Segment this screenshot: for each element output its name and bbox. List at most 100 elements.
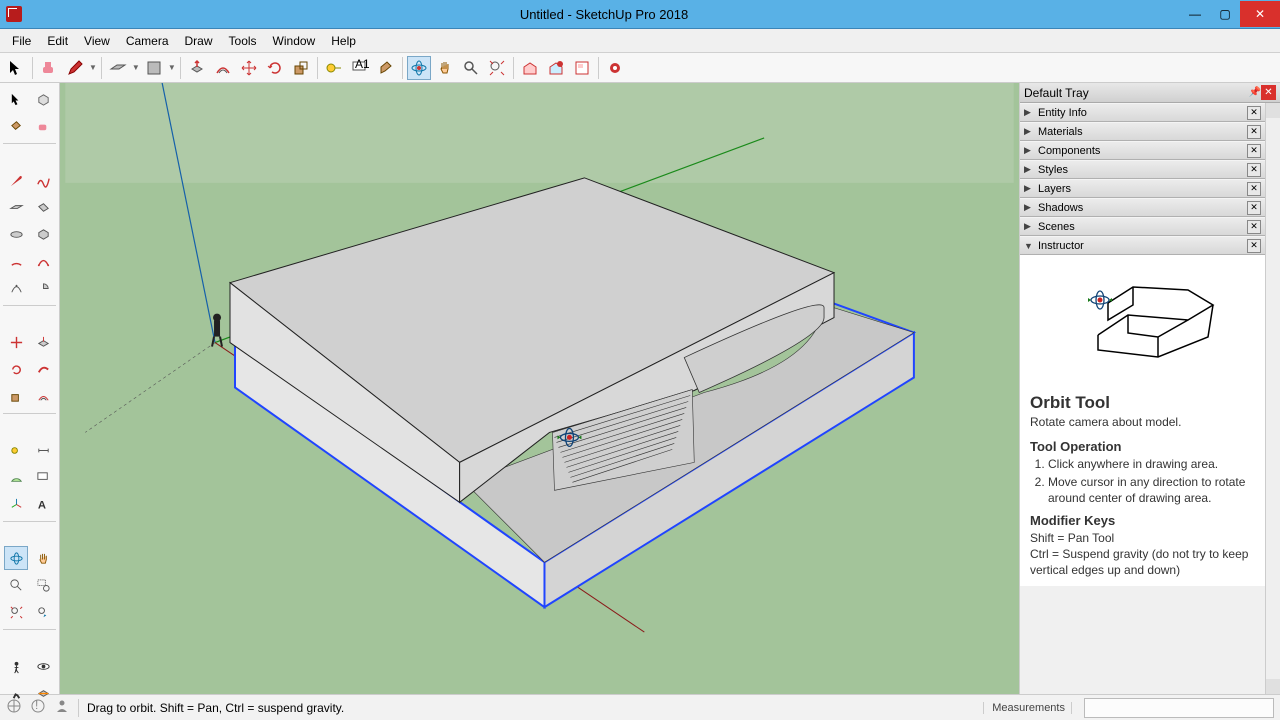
orbit-tool-icon[interactable] (4, 546, 28, 570)
close-icon[interactable]: ✕ (1247, 163, 1261, 177)
app-icon (6, 6, 22, 22)
scale-tool-icon[interactable] (4, 384, 28, 408)
menu-view[interactable]: View (76, 31, 118, 51)
paint-icon[interactable] (374, 56, 398, 80)
close-icon[interactable]: ✕ (1247, 201, 1261, 215)
rotated-rect-icon[interactable] (31, 195, 55, 219)
status-hint: Drag to orbit. Shift = Pan, Ctrl = suspe… (87, 701, 975, 715)
drawing-area[interactable] (60, 83, 1020, 694)
pie-icon[interactable] (31, 276, 55, 300)
close-icon[interactable]: ✕ (1247, 125, 1261, 139)
pin-icon[interactable]: 📌 (1249, 87, 1261, 98)
protractor-icon[interactable] (4, 465, 28, 489)
panel-scenes[interactable]: ▶Scenes✕ (1020, 217, 1265, 236)
close-icon[interactable]: ✕ (1247, 144, 1261, 158)
panel-shadows[interactable]: ▶Shadows✕ (1020, 198, 1265, 217)
make-component-icon[interactable] (31, 87, 55, 111)
2pt-arc-icon[interactable] (31, 249, 55, 273)
tape-icon[interactable] (322, 56, 346, 80)
instructor-animation (1020, 255, 1265, 385)
layout-icon[interactable] (570, 56, 594, 80)
tape-tool-icon[interactable] (4, 438, 28, 462)
tray-scrollbar[interactable] (1265, 103, 1280, 694)
zoom-extents-tool-icon[interactable] (4, 600, 28, 624)
eraser-icon[interactable] (37, 56, 61, 80)
menu-edit[interactable]: Edit (39, 31, 76, 51)
previous-icon[interactable] (31, 600, 55, 624)
pushpull-tool-icon[interactable] (31, 330, 55, 354)
rect-tool-icon[interactable] (4, 195, 28, 219)
rotate-tool-icon[interactable] (4, 357, 28, 381)
tray-close-icon[interactable]: ✕ (1261, 85, 1276, 100)
extension-manager-icon[interactable] (603, 56, 627, 80)
scale-icon[interactable] (289, 56, 313, 80)
3pt-arc-icon[interactable] (4, 276, 28, 300)
close-button[interactable]: ✕ (1240, 1, 1280, 27)
select-icon[interactable] (4, 87, 28, 111)
title-bar: Untitled - SketchUp Pro 2018 — ▢ ✕ (0, 0, 1280, 29)
rotate-icon[interactable] (263, 56, 287, 80)
panel-instructor[interactable]: ▼Instructor✕ (1020, 236, 1265, 255)
panel-components[interactable]: ▶Components✕ (1020, 141, 1265, 160)
zoom-window-icon[interactable] (31, 573, 55, 597)
close-icon[interactable]: ✕ (1247, 239, 1261, 253)
pan-tool-icon[interactable] (31, 546, 55, 570)
rectangle-icon[interactable] (106, 56, 130, 80)
line-icon[interactable] (4, 168, 28, 192)
orbit-icon[interactable] (407, 56, 431, 80)
zoom-icon[interactable] (459, 56, 483, 80)
eraser-tool-icon[interactable] (31, 114, 55, 138)
menu-camera[interactable]: Camera (118, 31, 177, 51)
polygon-icon[interactable] (31, 222, 55, 246)
instructor-modifier: Ctrl = Suspend gravity (do not try to ke… (1030, 546, 1255, 578)
zoom-tool-icon[interactable] (4, 573, 28, 597)
panel-layers[interactable]: ▶Layers✕ (1020, 179, 1265, 198)
move-icon[interactable] (237, 56, 261, 80)
person-icon[interactable] (54, 698, 70, 717)
measurements-input[interactable] (1084, 698, 1274, 718)
pencil-icon[interactable] (63, 56, 87, 80)
look-around-icon[interactable] (31, 654, 55, 678)
axes-icon[interactable] (4, 492, 28, 516)
freehand-icon[interactable] (31, 168, 55, 192)
panel-styles[interactable]: ▶Styles✕ (1020, 160, 1265, 179)
paint-bucket-icon[interactable] (4, 114, 28, 138)
text-icon[interactable]: A1 (348, 56, 372, 80)
circle-icon[interactable] (4, 222, 28, 246)
tray-header[interactable]: Default Tray 📌 ✕ (1020, 83, 1280, 103)
pushpull-icon[interactable] (185, 56, 209, 80)
text-tool-icon[interactable] (31, 465, 55, 489)
ext-warehouse-icon[interactable] (544, 56, 568, 80)
offset-icon[interactable] (211, 56, 235, 80)
minimize-button[interactable]: — (1180, 3, 1210, 25)
menu-file[interactable]: File (4, 31, 39, 51)
maximize-button[interactable]: ▢ (1210, 3, 1240, 25)
menu-tools[interactable]: Tools (221, 31, 265, 51)
pan-icon[interactable] (433, 56, 457, 80)
zoom-extents-icon[interactable] (485, 56, 509, 80)
move-tool-icon[interactable] (4, 330, 28, 354)
dimension-icon[interactable] (31, 438, 55, 462)
warehouse-icon[interactable] (518, 56, 542, 80)
select-tool-icon[interactable] (4, 56, 28, 80)
menu-window[interactable]: Window (265, 31, 324, 51)
menu-bar: File Edit View Camera Draw Tools Window … (0, 29, 1280, 53)
panel-entity-info[interactable]: ▶Entity Info✕ (1020, 103, 1265, 122)
status-bar: ! Drag to orbit. Shift = Pan, Ctrl = sus… (0, 694, 1280, 720)
menu-draw[interactable]: Draw (177, 31, 221, 51)
offset-tool-icon[interactable] (31, 384, 55, 408)
instructor-content: Orbit Tool Rotate camera about model. To… (1020, 385, 1265, 586)
position-camera-icon[interactable] (4, 654, 28, 678)
menu-help[interactable]: Help (323, 31, 364, 51)
close-icon[interactable]: ✕ (1247, 106, 1261, 120)
left-toolbar: A (0, 83, 60, 694)
3dtext-icon[interactable]: A (31, 492, 55, 516)
followme-icon[interactable] (31, 357, 55, 381)
close-icon[interactable]: ✕ (1247, 182, 1261, 196)
arc-icon[interactable] (4, 249, 28, 273)
credits-icon[interactable]: ! (30, 698, 46, 717)
geo-icon[interactable] (6, 698, 22, 717)
close-icon[interactable]: ✕ (1247, 220, 1261, 234)
shapes-icon[interactable] (142, 56, 166, 80)
panel-materials[interactable]: ▶Materials✕ (1020, 122, 1265, 141)
